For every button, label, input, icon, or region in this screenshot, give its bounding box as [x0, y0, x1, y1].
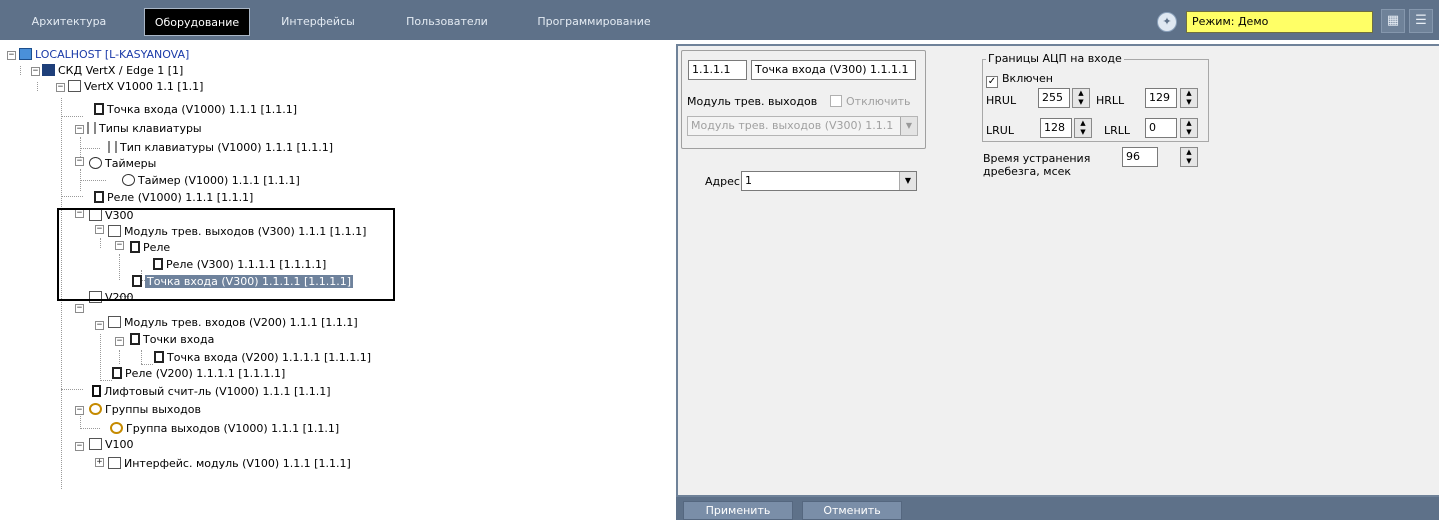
top-menu-bar: Архитектура Оборудование Интерфейсы Поль…	[0, 0, 1439, 40]
lrll-input[interactable]: 0	[1145, 118, 1177, 138]
tab-users[interactable]: Пользователи	[384, 8, 510, 36]
debounce-label-line1: Время устранения	[983, 152, 1091, 165]
relay-icon	[112, 367, 122, 379]
module-icon	[68, 80, 81, 92]
mode-icon[interactable]: ✦	[1157, 12, 1177, 32]
debounce-input[interactable]: 96	[1122, 147, 1158, 167]
tree-node-relay-v1000[interactable]: Реле (V1000) 1.1.1 [1.1.1]	[94, 190, 253, 206]
tree-node-input-v1000[interactable]: Точка входа (V1000) 1.1.1 [1.1.1]	[94, 102, 297, 118]
collapse-icon[interactable]: −	[7, 51, 16, 60]
spinner-icon[interactable]: ▲ ▼	[1180, 88, 1198, 108]
collapse-icon[interactable]: −	[95, 321, 104, 330]
menu-icon[interactable]: ☰	[1409, 9, 1433, 33]
highlight-frame	[57, 208, 395, 301]
cancel-button[interactable]: Отменить	[802, 501, 902, 520]
tree-node-inputs[interactable]: Точки входа	[130, 332, 214, 348]
timer-icon	[89, 157, 102, 169]
collapse-icon[interactable]: −	[115, 337, 124, 346]
collapse-icon[interactable]: −	[75, 125, 84, 134]
module-icon	[108, 457, 121, 469]
module-icon	[108, 316, 121, 328]
checkbox-icon	[830, 95, 842, 107]
collapse-icon[interactable]: −	[56, 83, 65, 92]
tree-node-keyboard-type[interactable]: Тип клавиатуры (V1000) 1.1.1 [1.1.1]	[108, 140, 333, 156]
collapse-icon[interactable]: −	[75, 304, 84, 313]
tree-node-v100-module[interactable]: Интерфейс. модуль (V100) 1.1.1 [1.1.1]	[108, 456, 351, 472]
keyboard-icon	[108, 141, 117, 153]
lift-reader-icon	[92, 385, 101, 397]
hrll-input[interactable]: 129	[1145, 88, 1177, 108]
door-input-icon	[154, 351, 164, 363]
output-group-icon	[110, 422, 123, 434]
hrul-input[interactable]: 255	[1038, 88, 1070, 108]
parent-label: Модуль трев. выходов	[687, 95, 818, 108]
collapse-icon[interactable]: −	[75, 406, 84, 415]
lrul-input[interactable]: 128	[1040, 118, 1072, 138]
hardware-tree: − − − − − − − − − − − − − + LOCALHOST [L…	[0, 44, 676, 520]
layout-icon[interactable]: ▦	[1381, 9, 1405, 33]
expand-icon[interactable]: +	[95, 458, 104, 467]
tab-programming[interactable]: Программирование	[516, 8, 672, 36]
enabled-checkbox[interactable]: ✓ Включен	[986, 72, 1053, 88]
tab-architecture[interactable]: Архитектура	[0, 8, 138, 36]
lrul-label: LRUL	[986, 124, 1014, 137]
address-combo[interactable]: 1 ▼	[741, 171, 917, 191]
vertx-icon	[42, 64, 55, 76]
hrul-label: HRUL	[986, 94, 1017, 107]
spinner-icon[interactable]: ▲ ▼	[1072, 88, 1090, 108]
keyboard-icon	[87, 122, 96, 134]
tree-node-localhost[interactable]: LOCALHOST [L-KASYANOVA]	[19, 47, 189, 63]
checkmark-icon: ✓	[986, 76, 998, 88]
object-name-field[interactable]: Точка входа (V300) 1.1.1.1	[751, 60, 916, 80]
adc-group-title: Границы АЦП на входе	[986, 52, 1124, 66]
collapse-icon[interactable]: −	[75, 157, 84, 166]
module-icon	[89, 438, 102, 450]
computer-icon	[19, 48, 32, 60]
timer-icon	[122, 174, 135, 186]
collapse-icon[interactable]: −	[75, 442, 84, 451]
object-id-field[interactable]: 1.1.1.1	[688, 60, 747, 80]
spinner-icon[interactable]: ▲ ▼	[1180, 118, 1198, 138]
tree-node-output-group[interactable]: Группа выходов (V1000) 1.1.1 [1.1.1]	[110, 421, 339, 437]
tree-node-vertx[interactable]: СКД VertX / Edge 1 [1]	[42, 63, 183, 79]
tab-equipment[interactable]: Оборудование	[144, 8, 250, 36]
debounce-label-line2: дребезга, мсек	[983, 165, 1072, 178]
collapse-icon[interactable]: −	[31, 67, 40, 76]
tab-interfaces[interactable]: Интерфейсы	[258, 8, 378, 36]
tree-node-lift-reader[interactable]: Лифтовый счит-ль (V1000) 1.1.1 [1.1.1]	[92, 384, 331, 400]
spinner-icon[interactable]: ▲ ▼	[1074, 118, 1092, 138]
relay-icon	[94, 191, 104, 203]
parent-combo[interactable]: Модуль трев. выходов (V300) 1.1.1 ▼	[687, 116, 918, 136]
chevron-down-icon[interactable]: ▼	[900, 117, 917, 135]
tree-node-timers[interactable]: Таймеры	[89, 156, 156, 172]
disable-checkbox[interactable]: Отключить	[830, 95, 911, 109]
chevron-down-icon[interactable]: ▼	[899, 172, 916, 190]
door-input-icon	[130, 333, 140, 345]
door-input-icon	[94, 103, 104, 115]
mode-field[interactable]: Режим: Демо	[1186, 11, 1373, 33]
apply-button[interactable]: Применить	[683, 501, 793, 520]
tree-node-keyboard-types[interactable]: Типы клавиатуры	[87, 121, 202, 137]
spinner-icon[interactable]: ▲ ▼	[1180, 147, 1198, 167]
hrll-label: HRLL	[1096, 94, 1125, 107]
lrll-label: LRLL	[1104, 124, 1131, 137]
tree-node-v200-module[interactable]: Модуль трев. входов (V200) 1.1.1 [1.1.1]	[108, 315, 358, 331]
tree-node-v1000[interactable]: VertX V1000 1.1 [1.1]	[68, 79, 203, 95]
tree-node-input-v200[interactable]: Точка входа (V200) 1.1.1.1 [1.1.1.1]	[154, 350, 371, 366]
output-group-icon	[89, 403, 102, 415]
tree-node-output-groups[interactable]: Группы выходов	[89, 402, 201, 418]
tree-node-timer[interactable]: Таймер (V1000) 1.1.1 [1.1.1]	[122, 173, 300, 189]
tree-node-v100[interactable]: V100	[89, 437, 134, 453]
address-label: Адрес	[705, 175, 740, 188]
tree-node-relay-v200[interactable]: Реле (V200) 1.1.1.1 [1.1.1.1]	[112, 366, 285, 382]
